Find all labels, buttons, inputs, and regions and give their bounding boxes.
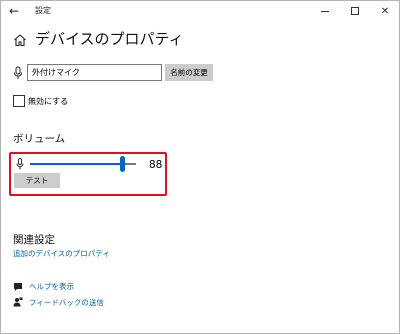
- related-settings-title: 関連設定: [13, 234, 55, 246]
- back-arrow-icon[interactable]: ←: [7, 4, 21, 18]
- page-title: デバイスのプロパティ: [35, 30, 184, 48]
- minimize-icon: [321, 10, 329, 12]
- close-button[interactable]: ✕: [370, 1, 400, 22]
- volume-slider-fill[interactable]: [30, 163, 123, 165]
- volume-slider-thumb[interactable]: [120, 156, 125, 172]
- feedback-link[interactable]: フィードバックの送信: [29, 298, 104, 308]
- test-button[interactable]: テスト: [14, 173, 60, 188]
- additional-device-properties-link[interactable]: 追加のデバイスのプロパティ: [13, 249, 110, 259]
- maximize-icon: [351, 7, 359, 15]
- volume-section-title: ボリューム: [13, 133, 66, 145]
- window-title: 設定: [35, 6, 51, 15]
- disable-checkbox[interactable]: [13, 95, 25, 107]
- minimize-button[interactable]: [310, 1, 340, 22]
- help-chat-icon: [14, 283, 22, 291]
- device-name-input[interactable]: [27, 64, 162, 81]
- microphone-icon: [14, 66, 22, 79]
- maximize-button[interactable]: [340, 1, 370, 22]
- settings-window: ← 設定 ✕ デバイスのプロパティ 名前の変更 無効にする ボリューム 88 テ…: [0, 0, 400, 334]
- feedback-person-icon: [13, 297, 23, 307]
- title-bar: ← 設定 ✕: [1, 1, 399, 22]
- help-link[interactable]: ヘルプを表示: [29, 282, 74, 292]
- rename-button[interactable]: 名前の変更: [165, 64, 213, 81]
- home-icon[interactable]: [13, 33, 27, 47]
- volume-value: 88: [149, 159, 163, 171]
- disable-checkbox-label[interactable]: 無効にする: [28, 96, 68, 107]
- microphone-icon: [16, 158, 24, 170]
